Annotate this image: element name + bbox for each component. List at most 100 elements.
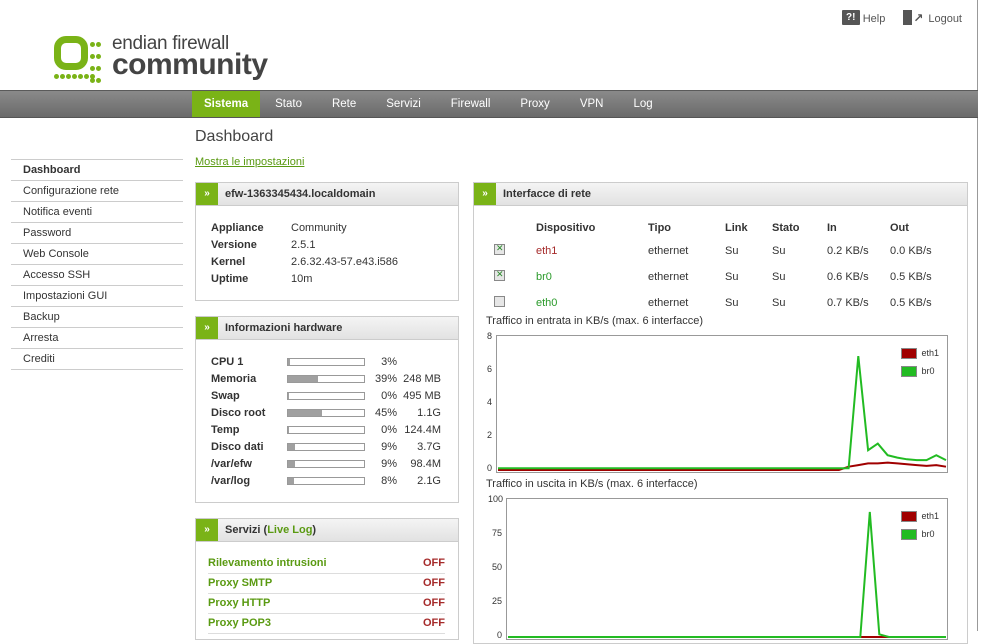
chart-out: eth1 br0: [506, 498, 948, 640]
usage-bar: [287, 408, 365, 417]
nav-item-servizi[interactable]: Servizi: [371, 91, 436, 117]
nav-item-stato[interactable]: Stato: [260, 91, 317, 117]
usage-percent: 39%: [374, 372, 397, 385]
interface-type: ethernet: [648, 297, 689, 309]
system-info-row: Kernel 2.6.32.43-57.e43.i586: [211, 253, 398, 270]
nav-item-proxy[interactable]: Proxy: [505, 91, 564, 117]
usage-bar-fill: [288, 426, 290, 433]
nav-item-rete[interactable]: Rete: [317, 91, 371, 117]
usage-bar-fill: [288, 460, 295, 467]
services-panel: » Servizi (Live Log) Rilevamento intrusi…: [195, 518, 459, 640]
nav-item-sistema[interactable]: Sistema: [192, 91, 261, 117]
interfaces-col-link: Link: [725, 222, 748, 234]
hardware-key: Temp: [211, 423, 240, 436]
interface-state: Su: [772, 297, 786, 309]
help-icon: ?!: [841, 10, 860, 25]
y-tick-label: 0: [496, 630, 502, 640]
interface-out: 0.5 KB/s: [890, 271, 932, 283]
expand-icon[interactable]: »: [474, 183, 496, 205]
sidebar-item-password[interactable]: Password: [11, 223, 183, 244]
interface-checkbox[interactable]: [494, 296, 505, 307]
legend-swatch: [901, 510, 918, 522]
services-panel-title: Servizi (Live Log): [225, 524, 317, 536]
expand-icon[interactable]: »: [196, 183, 218, 205]
usage-bar: [287, 425, 365, 434]
interfaces-col-dispositivo: Dispositivo: [536, 222, 596, 234]
sidebar-item-configurazione-rete[interactable]: Configurazione rete: [11, 181, 183, 202]
nav-item-log[interactable]: Log: [618, 91, 667, 117]
system-info-key: Kernel: [211, 255, 246, 268]
interface-out: 0.5 KB/s: [890, 297, 932, 309]
usage-bar-fill: [288, 358, 291, 365]
sidebar-item-dashboard[interactable]: Dashboard: [11, 159, 183, 181]
system-info-row: Versione 2.5.1: [211, 236, 398, 253]
logout-link[interactable]: ↗ Logout: [903, 10, 962, 25]
service-row: Proxy SMTP OFF: [208, 574, 445, 594]
system-info-value: Community: [291, 221, 347, 234]
interface-checkbox[interactable]: [494, 269, 505, 281]
service-status: OFF: [423, 617, 445, 629]
sidebar-item-notifica-eventi[interactable]: Notifica eventi: [11, 202, 183, 223]
hardware-key: /var/log: [211, 474, 251, 487]
sidebar-item-backup[interactable]: Backup: [11, 307, 183, 328]
expand-icon[interactable]: »: [196, 519, 218, 541]
service-name[interactable]: Proxy SMTP: [208, 574, 272, 593]
usage-bar-fill: [288, 392, 290, 399]
live-log-link[interactable]: Live Log: [267, 524, 312, 536]
hardware-row: Temp 0% 124.4M: [211, 421, 441, 438]
y-tick-label: 100: [488, 494, 504, 504]
service-name[interactable]: Proxy HTTP: [208, 594, 270, 613]
hardware-key: Disco dati: [211, 440, 264, 453]
hardware-key: Memoria: [211, 372, 257, 385]
hardware-row: Memoria 39% 248 MB: [211, 370, 441, 387]
service-name[interactable]: Proxy POP3: [208, 614, 271, 633]
hardware-key: CPU 1: [211, 355, 244, 368]
usage-percent: 9%: [381, 457, 397, 470]
usage-percent: 0%: [381, 423, 397, 436]
interface-row: br0 ethernet Su Su 0.6 KB/s 0.5 KB/s: [494, 264, 950, 290]
sidebar-item-arresta[interactable]: Arresta: [11, 328, 183, 349]
usage-size: 98.4M: [410, 457, 441, 470]
service-row: Rilevamento intrusioni OFF: [208, 554, 445, 574]
y-tick-label: 75: [491, 528, 502, 538]
logout-label: Logout: [928, 13, 962, 25]
sidebar-item-web-console[interactable]: Web Console: [11, 244, 183, 265]
usage-size: 495 MB: [403, 389, 441, 402]
logo-icon: [52, 34, 104, 83]
legend-entry: br0: [901, 362, 939, 380]
usage-size: 3.7G: [417, 440, 441, 453]
system-info-key: Appliance: [211, 221, 264, 234]
interfaces-panel-title: Interfacce di rete: [503, 188, 592, 200]
system-info-value: 10m: [291, 272, 313, 285]
interface-device: br0: [536, 271, 552, 283]
system-info-key: Uptime: [211, 272, 249, 285]
interface-out: 0.0 KB/s: [890, 245, 932, 257]
system-panel-title: efw-1363345434.localdomain: [225, 188, 376, 200]
sidebar-item-crediti[interactable]: Crediti: [11, 349, 183, 370]
chart-in-svg: [498, 355, 947, 471]
interface-state: Su: [772, 271, 786, 283]
hardware-row: CPU 1 3%: [211, 353, 441, 370]
hardware-row: /var/efw 9% 98.4M: [211, 455, 441, 472]
service-status: OFF: [423, 577, 445, 589]
sidebar: Dashboard Configurazione rete Notifica eve…: [11, 159, 183, 370]
interface-checkbox[interactable]: [494, 243, 505, 255]
show-settings-link[interactable]: Mostra le impostazioni: [195, 156, 304, 168]
nav-item-firewall[interactable]: Firewall: [436, 91, 506, 117]
hardware-key: /var/efw: [211, 457, 252, 470]
expand-icon[interactable]: »: [196, 317, 218, 339]
usage-bar: [287, 357, 365, 366]
interface-in: 0.7 KB/s: [827, 297, 869, 309]
legend-swatch: [901, 528, 918, 540]
service-name[interactable]: Rilevamento intrusioni: [208, 554, 327, 573]
help-link[interactable]: ?! Help: [841, 10, 885, 25]
interface-device: eth0: [536, 297, 558, 309]
interface-in: 0.2 KB/s: [827, 245, 869, 257]
system-info-row: Appliance Community: [211, 219, 398, 236]
logo: endian firewall community: [52, 34, 268, 83]
nav-item-vpn[interactable]: VPN: [565, 91, 619, 117]
sidebar-item-impostazioni-gui[interactable]: Impostazioni GUI: [11, 286, 183, 307]
sidebar-item-accesso-ssh[interactable]: Accesso SSH: [11, 265, 183, 286]
interfaces-col-stato: Stato: [772, 222, 800, 234]
hardware-key: Swap: [211, 389, 240, 402]
